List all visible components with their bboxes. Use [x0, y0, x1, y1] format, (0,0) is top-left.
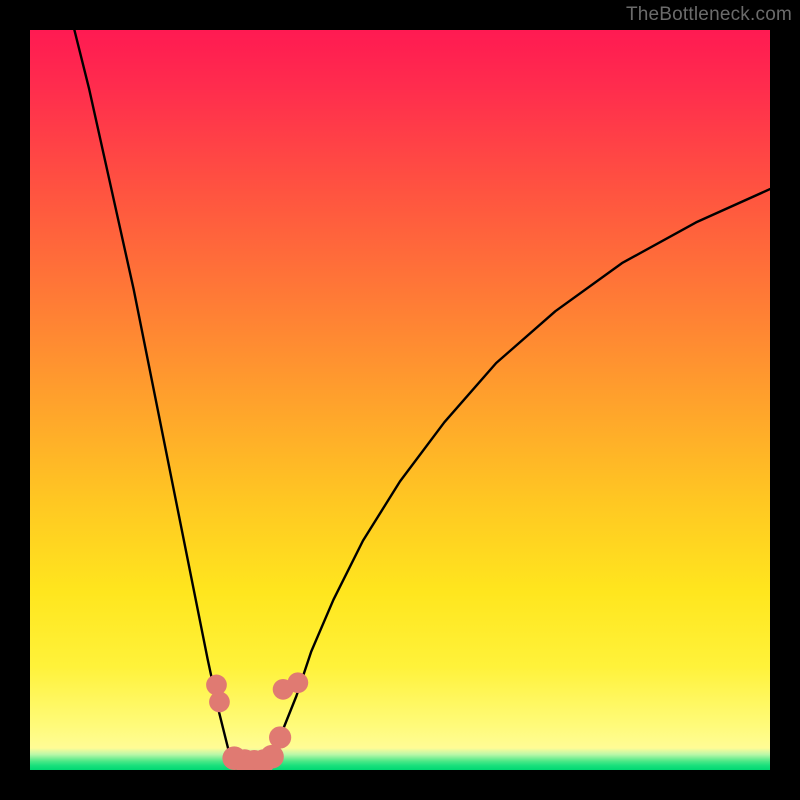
watermark-text: TheBottleneck.com — [626, 4, 792, 26]
data-marker — [288, 672, 309, 693]
data-marker — [273, 679, 294, 700]
curve-layer — [30, 30, 770, 770]
bottleneck-curve — [74, 30, 770, 769]
green-band — [30, 748, 770, 770]
chart-frame: TheBottleneck.com — [0, 0, 800, 800]
plot-area — [30, 30, 770, 770]
data-marker — [209, 692, 230, 713]
data-marker — [206, 675, 227, 696]
data-marker — [269, 726, 291, 748]
